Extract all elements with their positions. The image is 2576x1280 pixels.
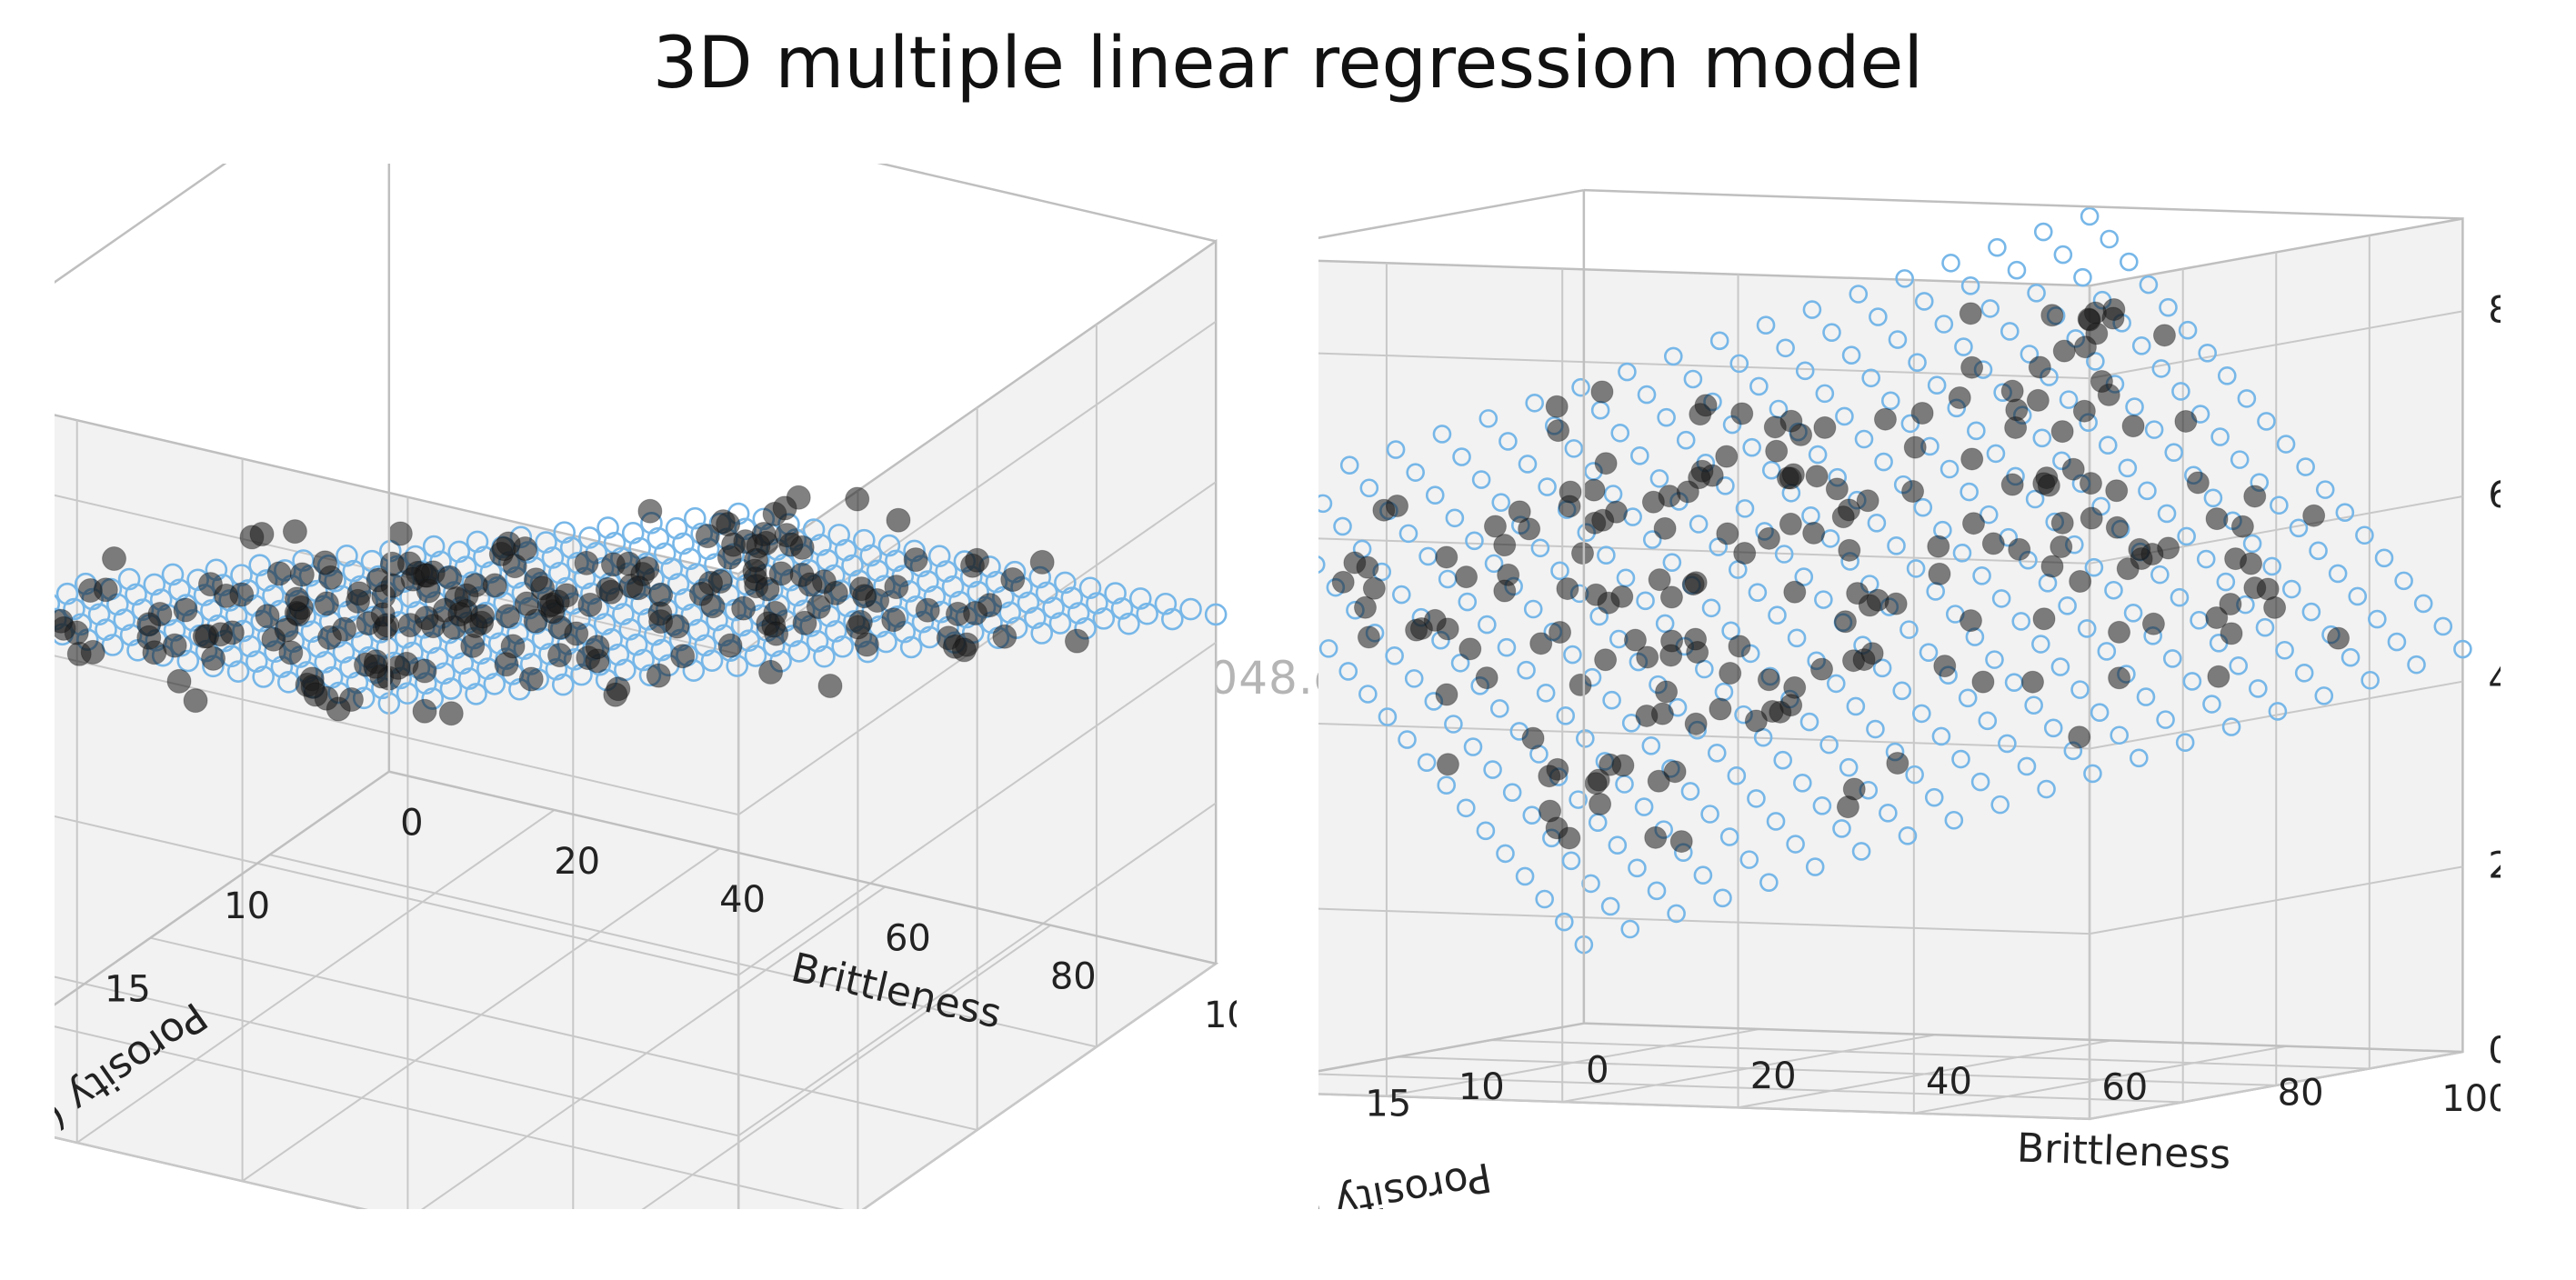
svg-text:20: 20 <box>554 841 600 883</box>
svg-text:Brittleness: Brittleness <box>2016 1125 2231 1178</box>
svg-text:80: 80 <box>2278 1073 2324 1115</box>
svg-text:0: 0 <box>400 803 423 845</box>
svg-text:60: 60 <box>885 917 931 959</box>
svg-text:40: 40 <box>719 879 766 921</box>
chart-panel-right: 101520Porosity (%)020406080100Brittlenes… <box>1318 164 2501 1209</box>
svg-text:6000: 6000 <box>2488 475 2501 516</box>
svg-text:15: 15 <box>105 969 151 1011</box>
svg-text:8000: 8000 <box>2488 289 2501 331</box>
svg-text:10: 10 <box>224 885 270 927</box>
svg-text:2000: 2000 <box>2488 845 2501 886</box>
svg-text:10: 10 <box>1458 1066 1505 1108</box>
svg-text:100: 100 <box>2441 1078 2501 1120</box>
svg-text:40: 40 <box>1926 1061 1972 1103</box>
svg-text:4000: 4000 <box>2488 660 2501 702</box>
svg-text:80: 80 <box>1050 956 1097 998</box>
svg-text:15: 15 <box>1365 1084 1411 1125</box>
chart-panel-left: 101520Porosity (%)020406080100Brittlenes… <box>55 164 1237 1209</box>
page-title: 3D multiple linear regression model <box>0 23 2576 105</box>
svg-text:100: 100 <box>1204 995 1237 1036</box>
svg-text:Porosity (%): Porosity (%) <box>1318 1153 1495 1209</box>
svg-text:60: 60 <box>2101 1066 2148 1108</box>
svg-text:0: 0 <box>1586 1050 1609 1092</box>
svg-text:20: 20 <box>1750 1055 1797 1097</box>
svg-text:0: 0 <box>2488 1030 2501 1072</box>
